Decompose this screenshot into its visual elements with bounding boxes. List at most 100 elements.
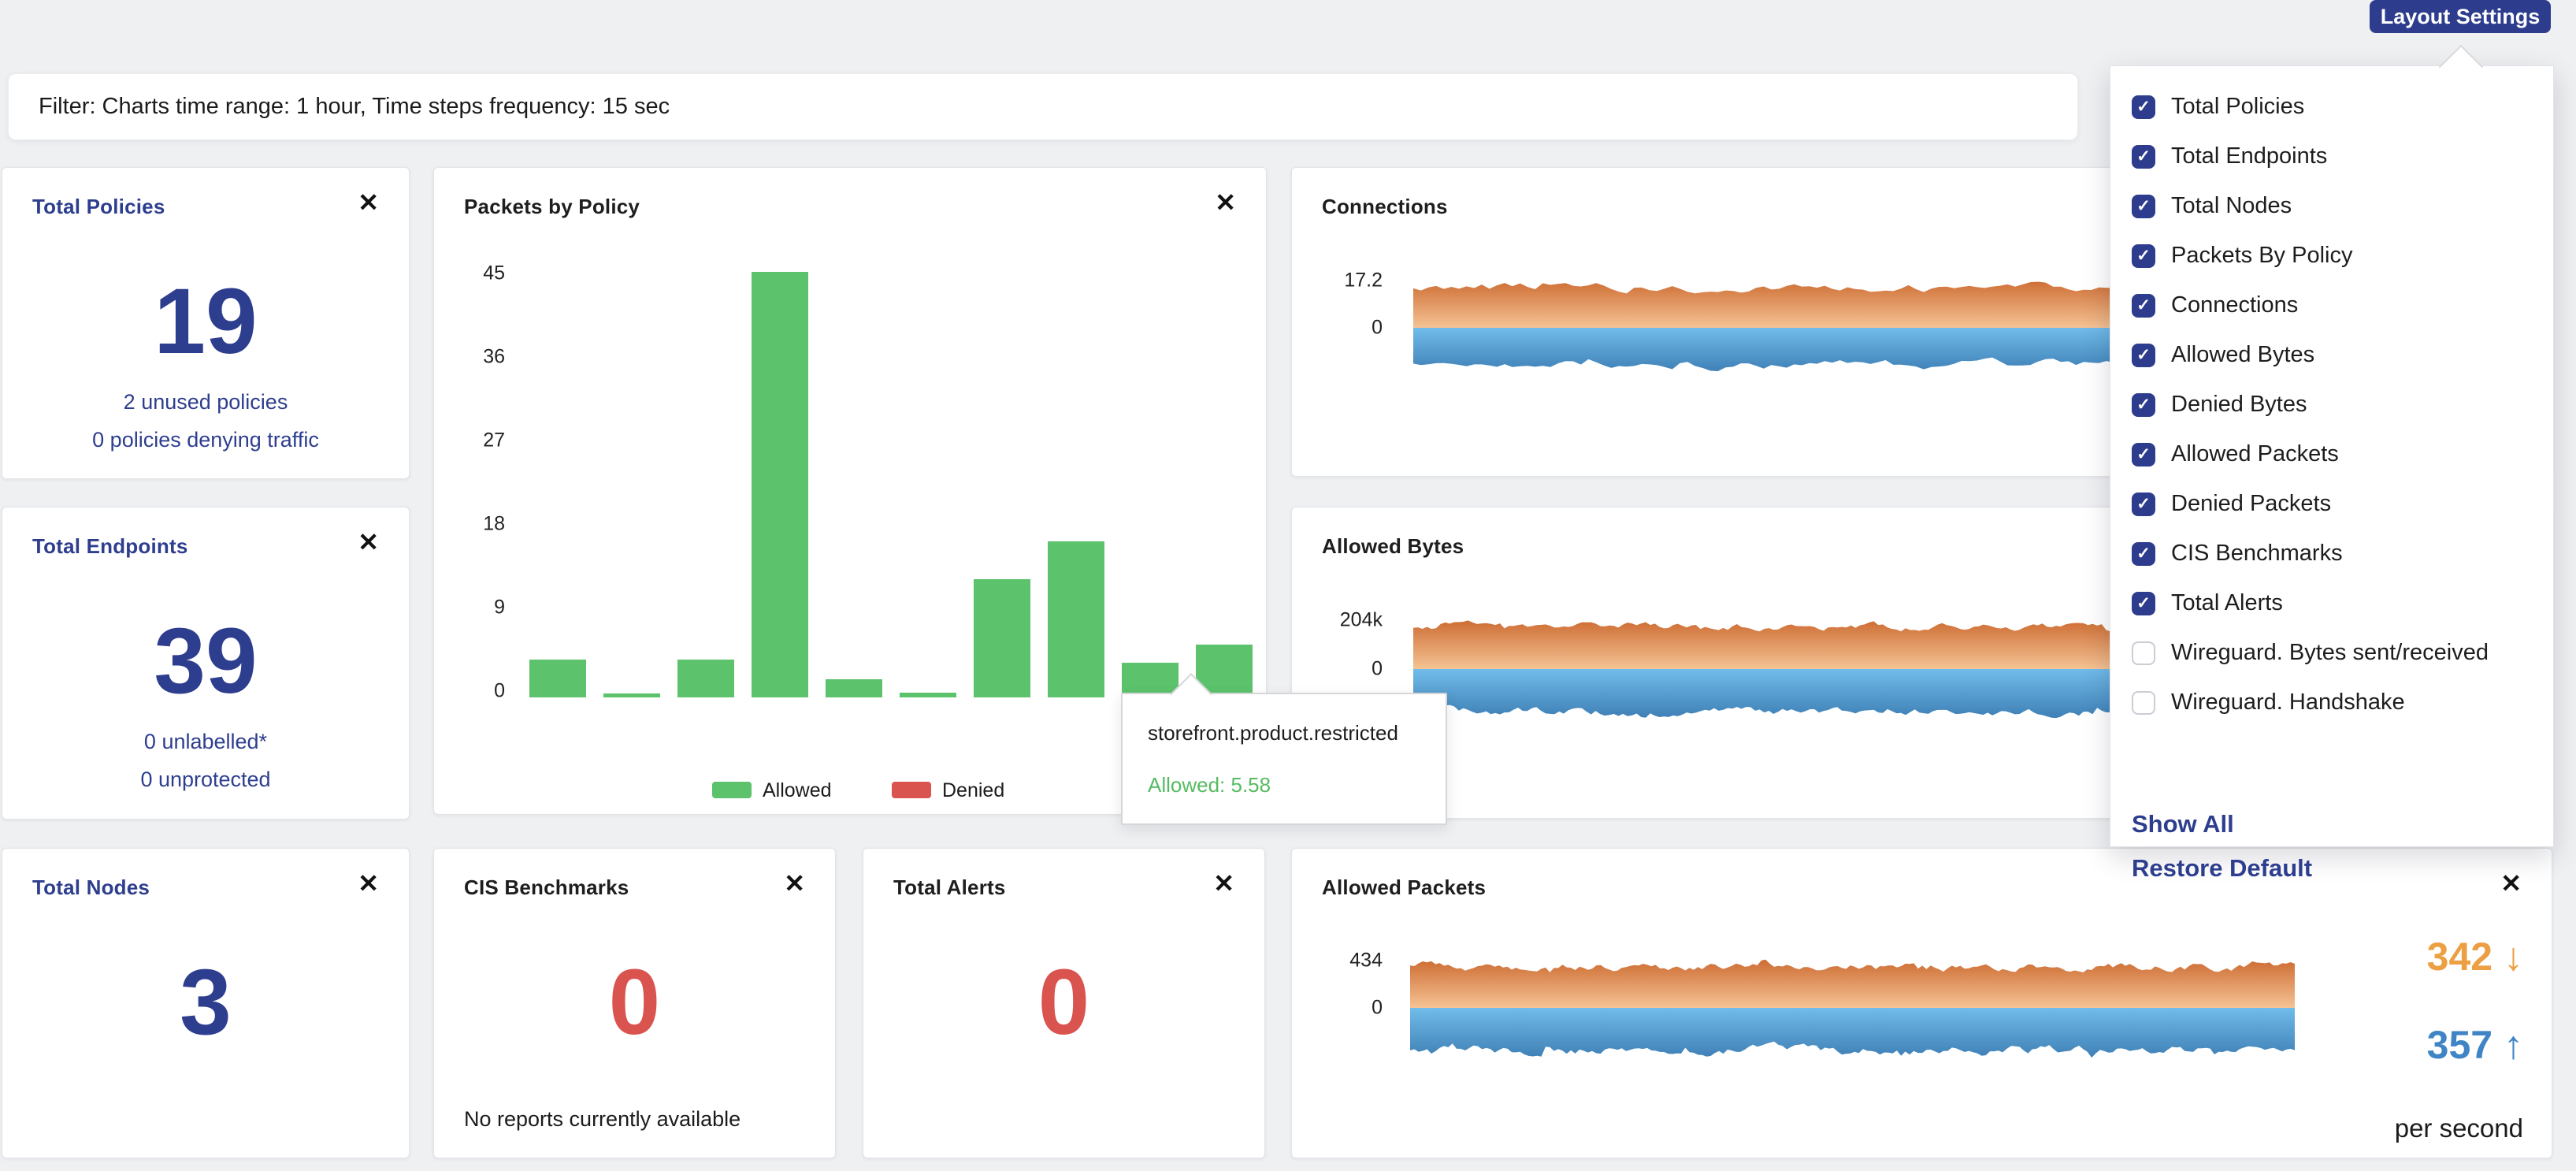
layout-menu-item[interactable]: ✓ Total Alerts bbox=[2110, 578, 2553, 628]
checkbox-checked-icon[interactable]: ✓ bbox=[2132, 443, 2155, 467]
unprotected-text: 0 unprotected bbox=[2, 767, 409, 792]
layout-menu-item-label: Wireguard. Handshake bbox=[2171, 690, 2405, 716]
checkbox-checked-icon[interactable]: ✓ bbox=[2132, 145, 2155, 169]
denied-legend-label[interactable]: Denied bbox=[942, 779, 1004, 802]
total-nodes-value: 3 bbox=[2, 956, 409, 1049]
tooltip-allowed-value: Allowed: 5.58 bbox=[1148, 773, 1271, 797]
layout-menu-item-label: Total Endpoints bbox=[2171, 143, 2327, 169]
arrow-down-icon: ↓ bbox=[2504, 935, 2523, 979]
layout-menu-item[interactable]: ✓ Packets By Policy bbox=[2110, 231, 2553, 281]
checkbox-checked-icon[interactable]: ✓ bbox=[2132, 344, 2155, 367]
y-tick-label: 0 bbox=[434, 680, 505, 703]
card-total-endpoints: Total Endpoints ✕ 39 0 unlabelled* 0 unp… bbox=[2, 507, 410, 820]
layout-menu-item[interactable]: ✓ Allowed Packets bbox=[2110, 429, 2553, 479]
layout-menu-item[interactable]: ✓ Denied Bytes bbox=[2110, 380, 2553, 429]
total-endpoints-value: 39 bbox=[2, 615, 409, 708]
checkbox-checked-icon[interactable]: ✓ bbox=[2132, 195, 2155, 218]
checkbox-checked-icon[interactable]: ✓ bbox=[2132, 493, 2155, 516]
layout-menu-item[interactable]: Wireguard. Handshake bbox=[2110, 678, 2553, 727]
layout-menu-items: ✓ Total Policies ✓ Total Endpoints ✓ Total No… bbox=[2110, 82, 2553, 727]
allowed_packets-area-series bbox=[1410, 960, 2295, 1008]
arrow-up-icon: ↑ bbox=[2504, 1023, 2523, 1067]
received-rate: 342 ↓ bbox=[2427, 937, 2523, 976]
cis-benchmarks-value: 0 bbox=[434, 956, 835, 1049]
y-tick-label: 9 bbox=[434, 597, 505, 619]
close-icon[interactable]: ✕ bbox=[1213, 871, 1234, 896]
bar-allowed[interactable] bbox=[1048, 541, 1104, 697]
filter-text: Filter: Charts time range: 1 hour, Time … bbox=[39, 94, 670, 120]
card-title: Total Nodes bbox=[32, 875, 150, 900]
checkbox-checked-icon[interactable]: ✓ bbox=[2132, 542, 2155, 566]
cis-note: No reports currently available bbox=[464, 1107, 741, 1132]
filter-bar: Filter: Charts time range: 1 hour, Time … bbox=[8, 73, 2078, 140]
card-title: CIS Benchmarks bbox=[464, 875, 629, 900]
total-alerts-value: 0 bbox=[863, 956, 1264, 1049]
allowed-legend-label[interactable]: Allowed bbox=[763, 779, 832, 802]
bar-allowed[interactable] bbox=[603, 693, 660, 697]
close-icon[interactable]: ✕ bbox=[1215, 190, 1236, 215]
card-cis-benchmarks: CIS Benchmarks ✕ 0 No reports currently … bbox=[433, 848, 836, 1158]
layout-menu-item-label: Allowed Bytes bbox=[2171, 342, 2314, 368]
layout-menu-item-label: Denied Bytes bbox=[2171, 392, 2307, 418]
checkbox-checked-icon[interactable]: ✓ bbox=[2132, 244, 2155, 268]
layout-menu-item-label: Denied Packets bbox=[2171, 491, 2331, 517]
allowed_packets-area-series bbox=[1410, 1008, 2295, 1058]
close-icon[interactable]: ✕ bbox=[358, 190, 379, 215]
show-all-link[interactable]: Show All bbox=[2132, 810, 2234, 838]
layout-menu-item-label: Packets By Policy bbox=[2171, 243, 2352, 269]
bar-allowed[interactable] bbox=[677, 660, 734, 697]
layout-menu-item[interactable]: ✓ Denied Packets bbox=[2110, 479, 2553, 529]
restore-default-link[interactable]: Restore Default bbox=[2132, 854, 2312, 883]
chart-tooltip: storefront.product.restricted Allowed: 5… bbox=[1121, 693, 1447, 825]
layout-settings-menu: ✓ Total Policies ✓ Total Endpoints ✓ Total No… bbox=[2110, 65, 2554, 847]
layout-menu-item-label: CIS Benchmarks bbox=[2171, 541, 2343, 567]
bar-allowed[interactable] bbox=[974, 579, 1030, 697]
card-total-nodes: Total Nodes ✕ 3 bbox=[2, 848, 410, 1158]
layout-settings-button[interactable]: Layout Settings bbox=[2370, 0, 2551, 33]
layout-menu-item[interactable]: ✓ CIS Benchmarks bbox=[2110, 529, 2553, 578]
checkbox-checked-icon[interactable]: ✓ bbox=[2132, 393, 2155, 417]
y-tick-label: 45 bbox=[434, 262, 505, 285]
layout-menu-item[interactable]: ✓ Total Policies bbox=[2110, 82, 2553, 132]
layout-menu-item-label: Total Policies bbox=[2171, 94, 2304, 120]
layout-menu-item-label: Allowed Packets bbox=[2171, 441, 2339, 467]
y-tick-label: 36 bbox=[434, 346, 505, 369]
unlabelled-text: 0 unlabelled* bbox=[2, 729, 409, 754]
close-icon[interactable]: ✕ bbox=[358, 871, 379, 896]
checkbox-unchecked-icon[interactable] bbox=[2132, 691, 2155, 715]
card-title: Total Endpoints bbox=[32, 534, 188, 559]
layout-menu-item-label: Wireguard. Bytes sent/received bbox=[2171, 640, 2489, 666]
layout-menu-item-label: Connections bbox=[2171, 292, 2298, 318]
layout-menu-item[interactable]: ✓ Allowed Bytes bbox=[2110, 330, 2553, 380]
layout-menu-item[interactable]: Wireguard. Bytes sent/received bbox=[2110, 628, 2553, 678]
card-total-alerts: Total Alerts ✕ 0 bbox=[863, 848, 1265, 1158]
rate-unit-label: per second bbox=[2395, 1113, 2523, 1143]
layout-menu-item-label: Total Alerts bbox=[2171, 590, 2283, 616]
card-title: Packets by Policy bbox=[464, 195, 640, 219]
checkbox-checked-icon[interactable]: ✓ bbox=[2132, 294, 2155, 318]
checkbox-checked-icon[interactable]: ✓ bbox=[2132, 592, 2155, 615]
packets-by-policy-chart[interactable] bbox=[529, 272, 1253, 697]
checkbox-checked-icon[interactable]: ✓ bbox=[2132, 95, 2155, 119]
allowed-packets-chart[interactable] bbox=[1292, 849, 2552, 1158]
unused-policies-text: 2 unused policies bbox=[2, 389, 409, 414]
bar-allowed[interactable] bbox=[529, 660, 586, 697]
card-allowed-packets: Allowed Packets ✕ 434 0 342 ↓ 357 ↑ per … bbox=[1291, 848, 2552, 1158]
total-policies-value: 19 bbox=[2, 275, 409, 368]
sent-rate: 357 ↑ bbox=[2427, 1025, 2523, 1065]
card-total-policies: Total Policies ✕ 19 2 unused policies 0 … bbox=[2, 167, 410, 479]
layout-menu-item[interactable]: ✓ Total Endpoints bbox=[2110, 132, 2553, 181]
denied-legend-swatch[interactable] bbox=[892, 782, 931, 798]
layout-menu-item[interactable]: ✓ Total Nodes bbox=[2110, 181, 2553, 231]
bar-allowed[interactable] bbox=[826, 679, 882, 697]
layout-menu-item[interactable]: ✓ Connections bbox=[2110, 281, 2553, 330]
bar-allowed[interactable] bbox=[752, 272, 808, 697]
close-icon[interactable]: ✕ bbox=[784, 871, 805, 896]
allowed-legend-swatch[interactable] bbox=[712, 782, 752, 798]
close-icon[interactable]: ✕ bbox=[358, 530, 379, 555]
denying-policies-text: 0 policies denying traffic bbox=[2, 427, 409, 452]
layout-menu-item-label: Total Nodes bbox=[2171, 193, 2292, 219]
y-tick-label: 18 bbox=[434, 513, 505, 536]
bar-allowed[interactable] bbox=[900, 693, 956, 697]
checkbox-unchecked-icon[interactable] bbox=[2132, 641, 2155, 665]
